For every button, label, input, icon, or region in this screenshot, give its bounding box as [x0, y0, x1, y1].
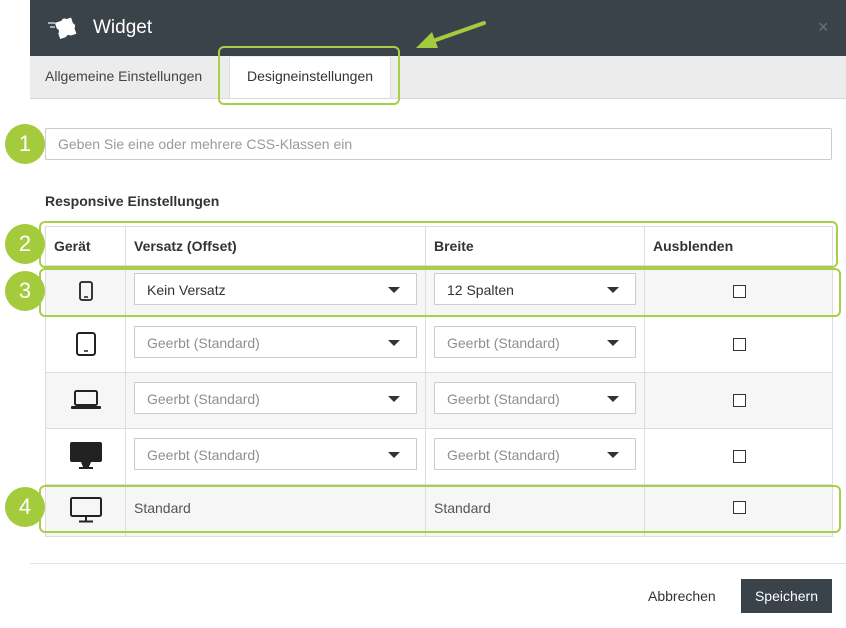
footer-divider: [30, 563, 846, 564]
hide-checkbox[interactable]: [733, 338, 746, 351]
table-row: Geerbt (Standard) Geerbt (Standard): [46, 372, 832, 428]
responsive-settings-label: Responsive Einstellungen: [45, 193, 220, 209]
offset-select[interactable]: Geerbt (Standard): [134, 438, 417, 470]
highlight-row-standard-box: [39, 485, 841, 533]
chevron-down-icon: [388, 396, 400, 402]
chevron-down-icon: [388, 340, 400, 346]
offset-select-value: Geerbt (Standard): [147, 447, 260, 463]
puzzle-logo-icon: [48, 17, 77, 40]
hide-checkbox[interactable]: [733, 450, 746, 463]
chevron-down-icon: [388, 452, 400, 458]
annotation-marker-4: 4: [5, 487, 45, 527]
highlight-tab-box: [218, 46, 400, 105]
table-row: Geerbt (Standard) Geerbt (Standard): [46, 316, 832, 372]
annotation-marker-2: 2: [5, 224, 45, 264]
chevron-down-icon: [607, 452, 619, 458]
offset-select-value: Geerbt (Standard): [147, 391, 260, 407]
width-select[interactable]: Geerbt (Standard): [434, 438, 636, 470]
tablet-icon: [75, 332, 96, 356]
tab-general-settings[interactable]: Allgemeine Einstellungen: [45, 68, 202, 84]
chevron-down-icon: [607, 396, 619, 402]
dialog-title: Widget: [93, 17, 153, 38]
laptop-icon: [70, 390, 101, 409]
width-select-value: Geerbt (Standard): [447, 391, 560, 407]
width-select-value: Geerbt (Standard): [447, 447, 560, 463]
highlight-header-row-box: [39, 221, 838, 268]
offset-select[interactable]: Geerbt (Standard): [134, 326, 417, 358]
annotation-marker-3: 3: [5, 271, 45, 311]
width-select[interactable]: Geerbt (Standard): [434, 382, 636, 414]
css-classes-input[interactable]: [45, 128, 832, 160]
offset-select-value: Geerbt (Standard): [147, 335, 260, 351]
large-desktop-icon: [69, 442, 102, 469]
width-select[interactable]: Geerbt (Standard): [434, 326, 636, 358]
hide-checkbox[interactable]: [733, 394, 746, 407]
width-select-value: Geerbt (Standard): [447, 335, 560, 351]
save-button[interactable]: Speichern: [741, 579, 832, 613]
highlight-row-phone-box: [39, 268, 841, 317]
chevron-down-icon: [607, 340, 619, 346]
cancel-button[interactable]: Abbrechen: [648, 588, 716, 604]
table-row: Geerbt (Standard) Geerbt (Standard): [46, 428, 832, 484]
offset-select[interactable]: Geerbt (Standard): [134, 382, 417, 414]
close-icon[interactable]: ×: [818, 17, 829, 38]
annotation-marker-1: 1: [5, 124, 45, 164]
arrow-annotation-icon: [416, 21, 486, 48]
